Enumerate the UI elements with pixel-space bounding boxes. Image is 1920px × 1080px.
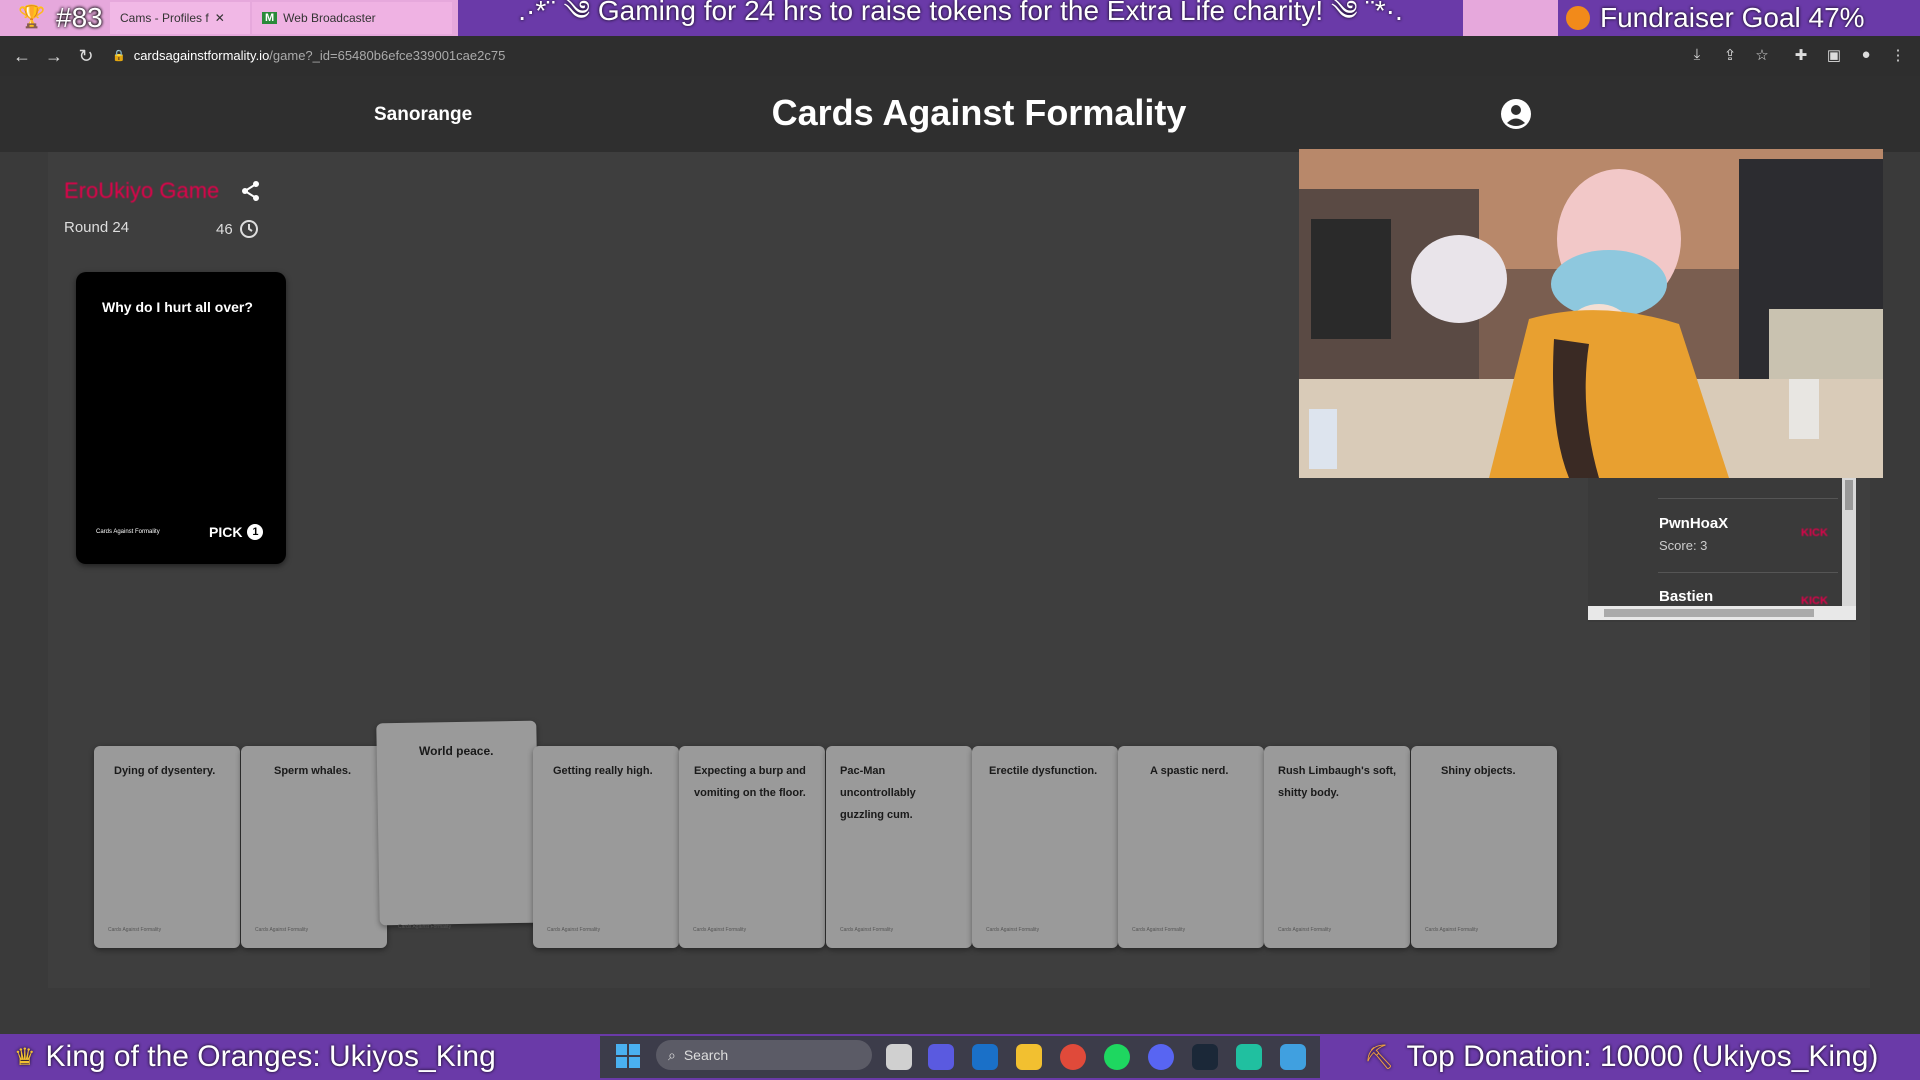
scrollbar-thumb[interactable] [1604,609,1814,617]
player-score: Score: 3 [1659,538,1708,553]
lock-icon: 🔒 [112,49,126,62]
kick-button[interactable]: KICK [1801,527,1828,539]
chrome-icon[interactable] [1060,1044,1086,1070]
fundraiser-goal-text: Fundraiser Goal 47% [1600,2,1865,33]
url-field[interactable]: 🔒 cardsagainstformality.io/game?_id=6548… [112,44,505,66]
steam-icon[interactable] [1192,1044,1218,1070]
app-icon[interactable] [1236,1044,1262,1070]
pick-count: 1 [247,524,264,540]
player-name: Bastien [1659,588,1714,605]
white-card-brand: Cards Against Formality [547,927,601,933]
webcam-image [1299,149,1883,478]
menu-icon[interactable]: ⋮ [1888,46,1908,64]
player-name: PwnHoaX [1659,515,1729,532]
windows-start-icon[interactable] [616,1044,640,1068]
outlook-icon[interactable] [972,1044,998,1070]
gmail-icon: M [262,12,278,24]
reload-icon[interactable]: ↻ [70,46,102,67]
white-card-text: Rush Limbaugh's soft, shitty body. [1278,765,1397,799]
notepad-icon[interactable] [1280,1044,1306,1070]
spotify-icon[interactable] [1104,1044,1130,1070]
fundraiser-goal: Fundraiser Goal 47% [1558,0,1920,36]
white-card-brand: Cards Against Formality [1425,927,1479,933]
white-card-text: Dying of dysentery. [114,765,216,777]
white-card-brand: Cards Against Formality [255,927,309,933]
url-host: cardsagainstformality.io [133,47,270,63]
king-text: King of the Oranges: Ukiyos_King [45,1040,496,1073]
account-icon[interactable] [1500,98,1532,130]
clock-icon [239,220,258,238]
white-card-brand: Cards Against Formality [1278,927,1332,933]
pick-label: PICK [209,524,243,540]
round-label: Round 24 [64,219,130,236]
pick-indicator: PICK 1 [209,524,264,540]
trophy-icon: 🏆 [18,4,46,29]
username[interactable]: Sanorange [374,104,472,126]
orange-icon [1566,6,1590,30]
king-overlay: ♛ King of the Oranges: Ukiyos_King [0,1034,548,1080]
divider [1658,572,1838,573]
extensions-icon[interactable]: ✚ [1791,46,1811,64]
tab-label: Web Broadcaster [283,11,376,25]
turn-timer: 46 [216,219,259,239]
timer-value: 46 [216,220,233,238]
white-card-brand: Cards Against Formality [108,927,162,933]
black-card-text: Why do I hurt all over? [102,299,253,315]
white-card-text: Expecting a burp and vomiting on the flo… [694,765,806,799]
back-icon[interactable]: ← [6,46,38,67]
download-icon[interactable]: ⤓ [1687,46,1707,63]
profile-avatar-icon[interactable]: ● [1856,46,1876,63]
file-explorer-icon[interactable] [1016,1044,1042,1070]
teams-icon[interactable] [928,1044,954,1070]
white-card-text: Shiny objects. [1441,765,1516,777]
sidepanel-icon[interactable]: ▣ [1824,46,1844,64]
forward-icon[interactable]: → [38,46,70,67]
webcam-feed [1299,149,1883,478]
rank-overlay: #83 [56,2,103,33]
white-card-brand: Cards Against Formality [398,924,452,930]
white-card-text: A spastic nerd. [1150,765,1229,777]
white-card-brand: Cards Against Formality [986,927,1040,933]
divider [1658,498,1838,499]
share-icon[interactable] [240,180,262,202]
discord-icon[interactable] [1148,1044,1174,1070]
scrollbar-thumb[interactable] [1845,480,1853,510]
taskbar-search[interactable]: ⌕ Search [656,1040,872,1070]
white-card-brand: Cards Against Formality [1132,927,1186,933]
white-card-text: Erectile dysfunction. [989,765,1098,777]
site-title[interactable]: Cards Against Formality [700,92,1258,134]
search-icon: ⌕ [668,1046,676,1063]
white-card-text: Pac-Man uncontrollably guzzling cum. [840,765,916,821]
tab-cams-profiles[interactable]: Cams - Profiles f ✕ [110,2,250,34]
share-page-icon[interactable]: ⇪ [1720,46,1740,64]
search-label: Search [683,1047,729,1063]
white-card-brand: Cards Against Formality [693,927,747,933]
black-card-brand: Cards Against Formality [96,529,160,535]
tab-web-broadcaster[interactable]: M Web Broadcaster [252,2,452,34]
url-path: /game?_id=65480b6efce339001cae2c75 [269,47,506,63]
bookmark-star-icon[interactable]: ☆ [1752,46,1772,64]
pickaxe-icon: ⛏ [1364,1043,1395,1071]
tab-label: Cams - Profiles f [120,11,209,25]
charity-banner: .·*¨ ༄ Gaming for 24 hrs to raise tokens… [458,0,1463,36]
game-name: EroUkiyo Game [64,178,220,203]
task-view-icon[interactable] [886,1044,912,1070]
close-icon[interactable]: ✕ [215,11,225,25]
white-card-brand: Cards Against Formality [840,927,894,933]
white-card-text: World peace. [419,744,494,758]
top-donation-overlay: ⛏ Top Donation: 10000 (Ukiyos_King) [1350,1034,1920,1080]
white-card-text: Getting really high. [553,765,653,777]
crown-icon: ♛ [14,1043,36,1071]
top-donation-text: Top Donation: 10000 (Ukiyos_King) [1406,1040,1879,1073]
